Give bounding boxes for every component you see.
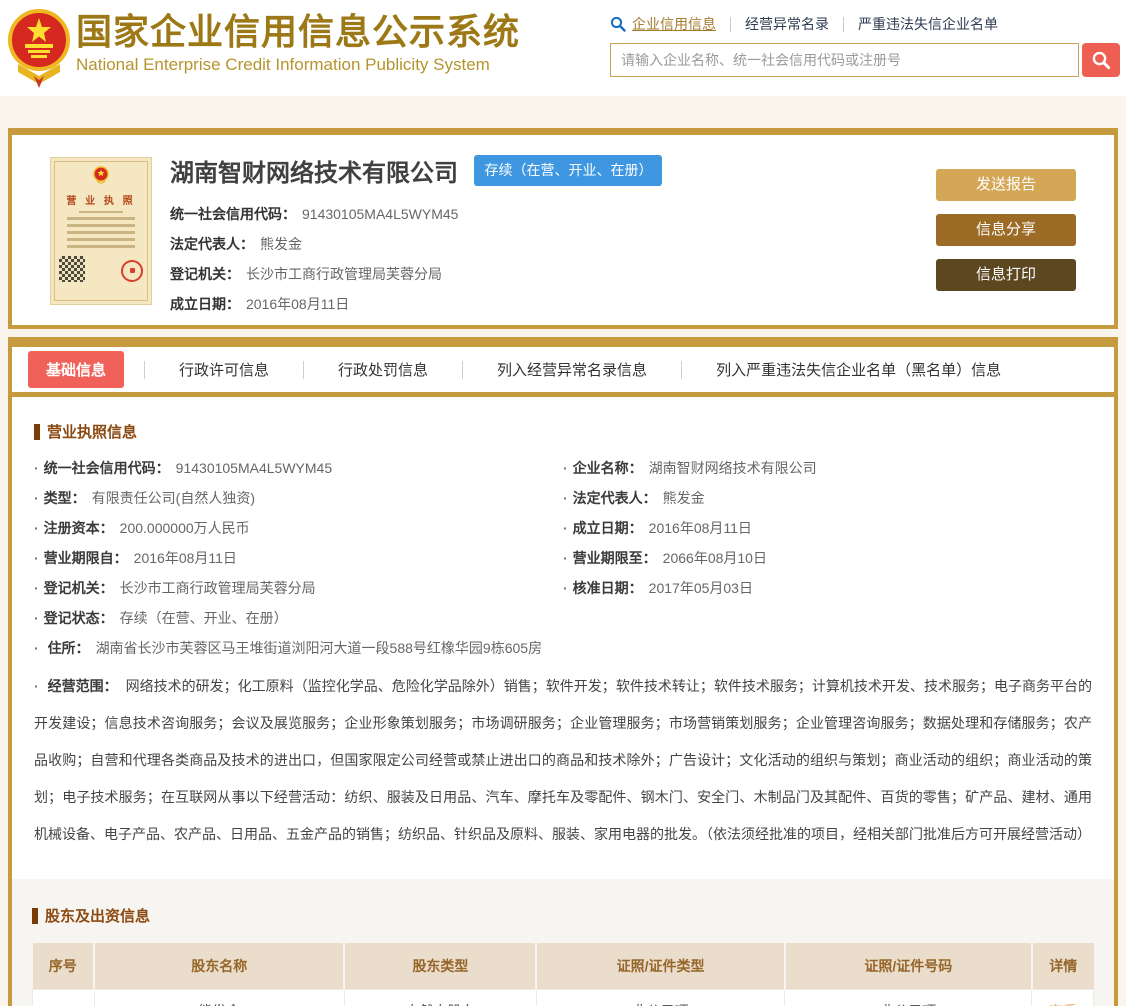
search-input[interactable]	[610, 43, 1079, 77]
tab-abnormal-operations-list[interactable]: 列入经营异常名录信息	[463, 359, 681, 380]
cell-index: 1	[33, 989, 95, 1006]
license-emblem-icon	[93, 166, 109, 184]
site-title-english: National Enterprise Credit Information P…	[76, 55, 520, 75]
column-header-shareholder-type: 股东类型	[344, 943, 536, 989]
company-name: 湖南智财网络技术有限公司	[170, 153, 458, 188]
company-summary-card: 营 业 执 照 湖南智财网络技术有限公司 存续（在营、开业、在册） 统一社会信用…	[8, 128, 1118, 329]
license-red-seal	[121, 260, 143, 282]
field-term-to: 营业期限至：2066年08月10日	[563, 550, 1092, 567]
cell-shareholder-name: 熊发金	[94, 989, 344, 1006]
license-thumbnail-title: 营 业 执 照	[57, 192, 145, 207]
license-decorative-line	[79, 211, 123, 213]
status-badge: 存续（在营、开业、在册）	[474, 155, 662, 186]
info-share-button[interactable]: 信息分享	[936, 214, 1076, 246]
search-block: 企业信用信息 经营异常名录 严重违法失信企业名单	[610, 14, 1120, 77]
license-decorative-line	[67, 224, 135, 227]
nav-link-abnormal-operations[interactable]: 经营异常名录	[731, 14, 843, 34]
column-header-index: 序号	[33, 943, 95, 989]
search-icon	[1091, 50, 1111, 70]
send-report-button[interactable]: 发送报告	[936, 169, 1076, 201]
tab-serious-violations-blacklist[interactable]: 列入严重违法失信企业名单（黑名单）信息	[682, 359, 1035, 380]
license-qr-code	[59, 256, 85, 282]
summary-field-establishment-date: 成立日期：2016年08月11日	[170, 296, 662, 313]
table-row: 1 熊发金 自然人股东 非公示项 非公示项 查看	[33, 989, 1094, 1006]
cell-certificate-number: 非公示项	[785, 989, 1032, 1006]
business-license-thumbnail[interactable]: 营 业 执 照	[50, 157, 152, 305]
national-emblem-logo	[8, 6, 70, 88]
cell-certificate-type: 非公示项	[536, 989, 784, 1006]
field-company-name: 企业名称：湖南智财网络技术有限公司	[563, 460, 1092, 477]
section-title-business-license: 营业执照信息	[34, 421, 1092, 442]
search-icon	[610, 16, 626, 32]
field-establishment-date: 成立日期：2016年08月11日	[563, 520, 1092, 537]
license-decorative-line	[67, 217, 135, 220]
detail-card: 基础信息 行政许可信息 行政处罚信息 列入经营异常名录信息 列入严重违法失信企业…	[8, 337, 1118, 1006]
field-address: 住所：湖南省长沙市芙蓉区马王堆街道浏阳河大道一段588号红橡华园9栋605房	[34, 640, 1092, 657]
shareholders-table: 序号 股东名称 股东类型 证照/证件类型 证照/证件号码 详情 1 熊发金 自然…	[32, 943, 1094, 1006]
nav-link-serious-violations[interactable]: 严重违法失信企业名单	[844, 14, 1012, 34]
column-header-detail: 详情	[1032, 943, 1094, 989]
site-header: 国家企业信用信息公示系统 National Enterprise Credit …	[0, 0, 1126, 96]
license-decorative-line	[67, 231, 135, 234]
info-print-button[interactable]: 信息打印	[936, 259, 1076, 291]
field-credit-code: 统一社会信用代码：91430105MA4L5WYM45	[34, 460, 563, 477]
field-company-type: 类型：有限责任公司(自然人独资)	[34, 490, 563, 507]
column-header-shareholder-name: 股东名称	[94, 943, 344, 989]
site-title-chinese: 国家企业信用信息公示系统	[76, 10, 520, 54]
field-approval-date: 核准日期：2017年05月03日	[563, 580, 1092, 597]
table-header-row: 序号 股东名称 股东类型 证照/证件类型 证照/证件号码 详情	[33, 943, 1094, 989]
summary-field-registration-authority: 登记机关：长沙市工商行政管理局芙蓉分局	[170, 266, 662, 283]
column-header-certificate-number: 证照/证件号码	[785, 943, 1032, 989]
summary-field-credit-code: 统一社会信用代码：91430105MA4L5WYM45	[170, 206, 662, 223]
tab-administrative-penalty[interactable]: 行政处罚信息	[304, 359, 462, 380]
field-business-scope: 经营范围：网络技术的研发；化工原料（监控化学品、危险化学品除外）销售；软件开发；…	[34, 668, 1092, 853]
search-button[interactable]	[1082, 43, 1120, 77]
field-registered-capital: 注册资本：200.000000万人民币	[34, 520, 563, 537]
cell-shareholder-type: 自然人股东	[344, 989, 536, 1006]
shareholders-section: 股东及出资信息 序号 股东名称 股东类型 证照/证件类型 证照/证件号码 详情	[12, 879, 1114, 1006]
field-term-from: 营业期限自：2016年08月11日	[34, 550, 563, 567]
field-registration-authority: 登记机关：长沙市工商行政管理局芙蓉分局	[34, 580, 563, 597]
license-decorative-line	[67, 245, 135, 248]
column-header-certificate-type: 证照/证件类型	[536, 943, 784, 989]
nav-link-enterprise-credit[interactable]: 企业信用信息	[626, 14, 730, 34]
tab-basic-info[interactable]: 基础信息	[28, 351, 124, 388]
license-decorative-line	[67, 238, 135, 241]
field-legal-rep: 法定代表人：熊发金	[563, 490, 1092, 507]
field-registration-status: 登记状态：存续（在营、开业、在册）	[34, 610, 563, 627]
summary-field-legal-rep: 法定代表人：熊发金	[170, 236, 662, 253]
tab-bar: 基础信息 行政许可信息 行政处罚信息 列入经营异常名录信息 列入严重违法失信企业…	[12, 347, 1114, 397]
section-title-shareholders: 股东及出资信息	[32, 905, 1094, 926]
tab-administrative-license[interactable]: 行政许可信息	[145, 359, 303, 380]
